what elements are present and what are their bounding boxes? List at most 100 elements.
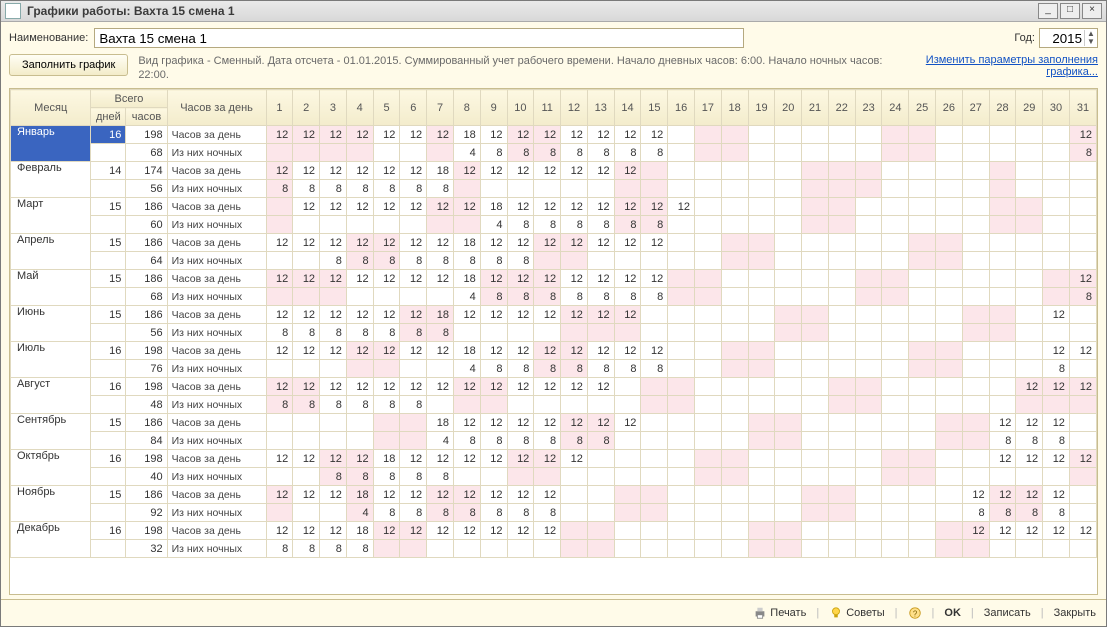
- cell-night[interactable]: [668, 468, 695, 486]
- cell-night[interactable]: [775, 324, 802, 342]
- cell-hours[interactable]: [989, 198, 1016, 216]
- cell-night[interactable]: [320, 432, 347, 450]
- cell-night[interactable]: [293, 288, 320, 306]
- month-row-Сентябрь-night[interactable]: 84Из них ночных4888888888: [11, 432, 1097, 450]
- col-day-13[interactable]: 13: [587, 90, 614, 126]
- cell-hours[interactable]: 12: [534, 198, 561, 216]
- cell-night[interactable]: [1043, 396, 1070, 414]
- cell-night[interactable]: 8: [266, 180, 293, 198]
- cell-night[interactable]: [748, 432, 775, 450]
- cell-night[interactable]: [695, 468, 722, 486]
- cell-hours[interactable]: [828, 126, 855, 144]
- cell-hours[interactable]: 12: [453, 162, 480, 180]
- cell-night[interactable]: [641, 432, 668, 450]
- cell-hours[interactable]: 12: [400, 126, 427, 144]
- cell-night[interactable]: [507, 180, 534, 198]
- cell-night[interactable]: 8: [614, 288, 641, 306]
- cell-hours[interactable]: 12: [1043, 486, 1070, 504]
- cell-night[interactable]: [962, 360, 989, 378]
- cell-night[interactable]: 8: [989, 504, 1016, 522]
- col-day-25[interactable]: 25: [909, 90, 936, 126]
- cell-hours[interactable]: 18: [453, 270, 480, 288]
- cell-hours[interactable]: 12: [561, 450, 588, 468]
- cell-night[interactable]: 8: [346, 396, 373, 414]
- cell-night[interactable]: [1016, 396, 1043, 414]
- cell-hours[interactable]: 12: [1043, 450, 1070, 468]
- cell-hours[interactable]: 12: [507, 234, 534, 252]
- cell-night[interactable]: [828, 396, 855, 414]
- cell-hours[interactable]: [748, 126, 775, 144]
- cell-night[interactable]: 8: [561, 216, 588, 234]
- cell-night[interactable]: [828, 144, 855, 162]
- cell-night[interactable]: [561, 324, 588, 342]
- cell-hours[interactable]: [802, 306, 829, 324]
- cell-night[interactable]: [828, 432, 855, 450]
- cell-hours[interactable]: [748, 450, 775, 468]
- cell-hours[interactable]: 12: [346, 270, 373, 288]
- cell-night[interactable]: 8: [320, 468, 347, 486]
- cell-hours[interactable]: 12: [400, 198, 427, 216]
- cell-hours[interactable]: 18: [453, 126, 480, 144]
- col-day-20[interactable]: 20: [775, 90, 802, 126]
- cell-hours[interactable]: [668, 234, 695, 252]
- cell-night[interactable]: [373, 216, 400, 234]
- cell-night[interactable]: [1069, 432, 1096, 450]
- cell-night[interactable]: 8: [507, 360, 534, 378]
- cell-hours[interactable]: 12: [1069, 126, 1096, 144]
- cell-night[interactable]: 8: [1043, 432, 1070, 450]
- cell-hours[interactable]: [748, 270, 775, 288]
- cell-hours[interactable]: [614, 522, 641, 540]
- cell-hours[interactable]: 12: [614, 126, 641, 144]
- cell-night[interactable]: [855, 252, 882, 270]
- cell-night[interactable]: [1069, 252, 1096, 270]
- cell-hours[interactable]: 12: [373, 342, 400, 360]
- cell-night[interactable]: [909, 360, 936, 378]
- col-day-12[interactable]: 12: [561, 90, 588, 126]
- month-row-Февраль[interactable]: Февраль14174Часов за день121212121212181…: [11, 162, 1097, 180]
- cell-night[interactable]: 8: [453, 252, 480, 270]
- cell-night[interactable]: [266, 468, 293, 486]
- cell-hours[interactable]: [668, 450, 695, 468]
- cell-night[interactable]: [989, 216, 1016, 234]
- cell-night[interactable]: [668, 360, 695, 378]
- cell-night[interactable]: [909, 396, 936, 414]
- cell-hours[interactable]: [641, 414, 668, 432]
- cell-hours[interactable]: [909, 234, 936, 252]
- cell-hours[interactable]: [882, 162, 909, 180]
- cell-night[interactable]: [802, 216, 829, 234]
- cell-night[interactable]: [293, 144, 320, 162]
- cell-hours[interactable]: [695, 270, 722, 288]
- cell-hours[interactable]: [1069, 414, 1096, 432]
- cell-night[interactable]: [668, 252, 695, 270]
- cell-hours[interactable]: [748, 378, 775, 396]
- cell-hours[interactable]: [802, 450, 829, 468]
- cell-night[interactable]: 8: [587, 432, 614, 450]
- cell-night[interactable]: [882, 252, 909, 270]
- cell-night[interactable]: [989, 396, 1016, 414]
- cell-hours[interactable]: [882, 234, 909, 252]
- cell-night[interactable]: [802, 396, 829, 414]
- cell-night[interactable]: [614, 432, 641, 450]
- cell-night[interactable]: [373, 540, 400, 558]
- cell-night[interactable]: [855, 324, 882, 342]
- cell-night[interactable]: 4: [453, 144, 480, 162]
- cell-night[interactable]: 8: [587, 288, 614, 306]
- cell-hours[interactable]: 12: [534, 342, 561, 360]
- cell-hours[interactable]: [695, 522, 722, 540]
- cell-hours[interactable]: 12: [266, 234, 293, 252]
- cell-hours[interactable]: 12: [373, 270, 400, 288]
- change-params-link[interactable]: Изменить параметры заполнения графика...: [898, 54, 1098, 78]
- cell-night[interactable]: [802, 540, 829, 558]
- cell-night[interactable]: [641, 180, 668, 198]
- cell-hours[interactable]: [641, 522, 668, 540]
- cell-night[interactable]: [695, 504, 722, 522]
- cell-hours[interactable]: 12: [1016, 414, 1043, 432]
- col-day-30[interactable]: 30: [1043, 90, 1070, 126]
- cell-night[interactable]: [909, 468, 936, 486]
- cell-hours[interactable]: 12: [587, 342, 614, 360]
- cell-hours[interactable]: 12: [480, 378, 507, 396]
- cell-hours[interactable]: [641, 450, 668, 468]
- month-row-Июль[interactable]: Июль16198Часов за день121212121212121812…: [11, 342, 1097, 360]
- cell-night[interactable]: [962, 252, 989, 270]
- cell-hours[interactable]: [721, 414, 748, 432]
